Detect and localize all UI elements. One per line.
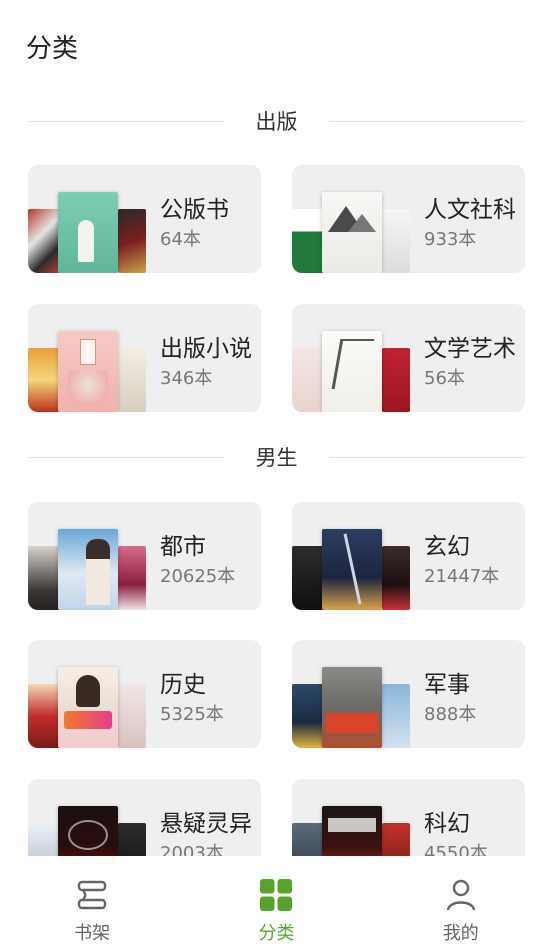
category-name: 公版书 xyxy=(160,197,229,223)
divider-line xyxy=(28,456,224,458)
tab-mine[interactable]: 我的 xyxy=(369,856,553,951)
category-card-renwen[interactable]: 人文社科 933本 xyxy=(292,165,525,273)
book-covers-icon xyxy=(28,502,158,610)
book-covers-icon xyxy=(292,640,422,748)
tab-label: 书架 xyxy=(74,923,111,944)
book-covers-icon xyxy=(292,304,422,412)
divider-line xyxy=(329,456,525,458)
book-covers-icon xyxy=(292,165,422,273)
tab-bookshelf[interactable]: 书架 xyxy=(0,856,184,951)
category-name: 科幻 xyxy=(424,811,470,837)
category-name: 玄幻 xyxy=(424,534,470,560)
category-name: 悬疑灵异 xyxy=(160,811,252,837)
grid-icon xyxy=(260,879,293,911)
category-count: 5325本 xyxy=(160,704,224,725)
user-icon xyxy=(446,879,476,911)
section-title: 出版 xyxy=(255,110,298,134)
bottom-tab-bar: 书架 分类 我的 xyxy=(0,856,553,951)
category-name: 军事 xyxy=(424,672,470,698)
bookshelf-icon xyxy=(77,880,107,910)
category-card-xuanhuan[interactable]: 玄幻 21447本 xyxy=(292,502,525,610)
section-header-publish: 出版 xyxy=(28,106,525,136)
tab-category[interactable]: 分类 xyxy=(184,856,368,951)
page-title: 分类 xyxy=(26,34,79,64)
tab-label: 分类 xyxy=(258,923,295,944)
category-count: 346本 xyxy=(160,368,213,389)
divider-line xyxy=(28,120,224,122)
category-name: 都市 xyxy=(160,534,206,560)
category-name: 出版小说 xyxy=(160,336,252,362)
book-covers-icon xyxy=(28,640,158,748)
category-card-junshi[interactable]: 军事 888本 xyxy=(292,640,525,748)
section-header-male: 男生 xyxy=(28,442,525,472)
book-covers-icon xyxy=(292,502,422,610)
category-count: 888本 xyxy=(424,704,477,725)
category-card-wenxue[interactable]: 文学艺术 56本 xyxy=(292,304,525,412)
category-card-gongban[interactable]: 公版书 64本 xyxy=(28,165,261,273)
category-name: 人文社科 xyxy=(424,197,516,223)
category-count: 21447本 xyxy=(424,566,500,587)
category-count: 64本 xyxy=(160,229,201,250)
category-name: 历史 xyxy=(160,672,206,698)
category-count: 20625本 xyxy=(160,566,236,587)
category-card-lishi[interactable]: 历史 5325本 xyxy=(28,640,261,748)
tab-label: 我的 xyxy=(442,923,479,944)
category-count: 56本 xyxy=(424,368,465,389)
book-covers-icon xyxy=(28,304,158,412)
book-covers-icon xyxy=(28,165,158,273)
category-count: 933本 xyxy=(424,229,477,250)
divider-line xyxy=(329,120,525,122)
section-title: 男生 xyxy=(255,446,298,470)
category-card-dushi[interactable]: 都市 20625本 xyxy=(28,502,261,610)
category-card-chubanxiaoshuo[interactable]: 出版小说 346本 xyxy=(28,304,261,412)
category-name: 文学艺术 xyxy=(424,336,516,362)
